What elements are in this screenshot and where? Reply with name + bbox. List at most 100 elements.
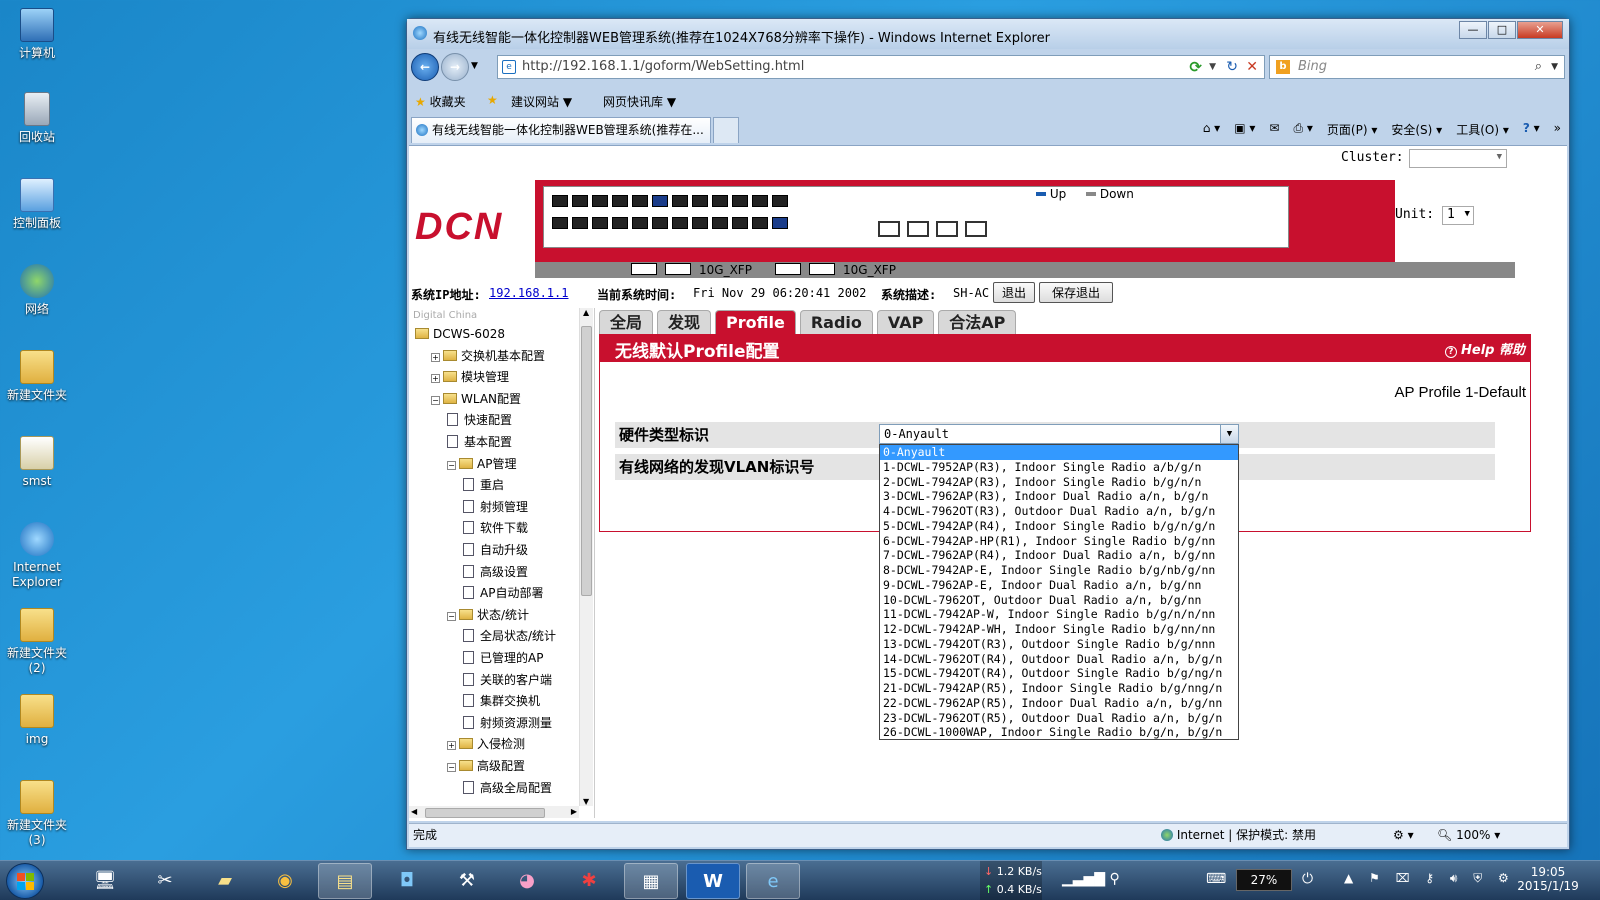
new-tab-button[interactable] (713, 117, 739, 143)
dropdown-option[interactable]: 7-DCWL-7962AP(R4), Indoor Dual Radio a/n… (880, 548, 1238, 563)
switch-port[interactable] (612, 217, 628, 229)
add-favorite-icon[interactable]: ★ (487, 93, 498, 107)
tree-item[interactable]: − WLAN配置 (431, 389, 521, 409)
page-menu[interactable]: 页面(P) ▾ (1327, 121, 1377, 138)
sys-ip-link[interactable]: 192.168.1.1 (489, 286, 568, 300)
desktop-icon[interactable]: Internet Explorer (4, 522, 70, 590)
tree-item[interactable]: 基本配置 (447, 432, 512, 452)
desktop-icon[interactable]: 新建文件夹 (4, 350, 70, 403)
sfp-port[interactable] (907, 221, 929, 237)
word-icon[interactable]: W (686, 863, 740, 899)
explorer-taskbar-icon[interactable]: ▤ (318, 863, 372, 899)
refresh-icon[interactable]: ↻ (1226, 56, 1238, 78)
tab-3[interactable]: Radio (799, 310, 873, 334)
expand-icon[interactable]: + (447, 741, 456, 751)
switch-port[interactable] (632, 217, 648, 229)
desktop-icon[interactable]: smst (4, 436, 70, 489)
snipping-tool-icon[interactable]: ✂ (138, 863, 192, 899)
help-link[interactable]: ? Help 帮助 (1444, 339, 1525, 358)
chevron-down-icon[interactable]: ▼ (1220, 425, 1238, 443)
switch-port[interactable] (752, 217, 768, 229)
switch-port[interactable] (692, 195, 708, 207)
dropdown-option[interactable]: 21-DCWL-7942AP(R5), Indoor Single Radio … (880, 681, 1238, 696)
switch-port[interactable] (632, 195, 648, 207)
collapse-icon[interactable]: − (447, 763, 456, 772)
dropdown-option[interactable]: 1-DCWL-7952AP(R3), Indoor Single Radio a… (880, 460, 1238, 475)
dropdown-option[interactable]: 12-DCWL-7942AP-WH, Indoor Single Radio b… (880, 622, 1238, 637)
cluster-select[interactable]: ▼ (1409, 149, 1507, 168)
dropdown-option[interactable]: 11-DCWL-7942AP-W, Indoor Single Radio b/… (880, 607, 1238, 622)
title-bar[interactable]: 有线无线智能一体化控制器WEB管理系统(推荐在1024X768分辨率下操作) -… (407, 19, 1569, 49)
dropdown-option[interactable]: 26-DCWL-1000WAP, Indoor Single Radio b/g… (880, 725, 1238, 739)
tree-item[interactable]: 软件下载 (463, 518, 528, 538)
tools-menu[interactable]: 工具(O) ▾ (1456, 121, 1509, 138)
tree-item[interactable]: + 交换机基本配置 (431, 346, 545, 366)
chrome-icon[interactable]: ◉ (258, 863, 312, 899)
desktop-icon[interactable]: 回收站 (4, 92, 70, 145)
tree-item[interactable]: 已管理的AP (463, 648, 543, 668)
switch-port[interactable] (732, 195, 748, 207)
tree-item[interactable]: DCWS-6028 (415, 324, 505, 344)
help-icon[interactable]: ? ▾ (1523, 121, 1540, 138)
dropdown-option[interactable]: 4-DCWL-7962OT(R3), Outdoor Dual Radio a/… (880, 504, 1238, 519)
signal-icon[interactable]: ▁▃▅▇ ⚲ (1062, 871, 1120, 900)
web-slice-gallery-button[interactable]: 网页快讯库 ▼ (603, 93, 676, 110)
save-logout-button[interactable]: 保存退出 (1039, 282, 1114, 303)
tree-item[interactable]: AP自动部署 (463, 583, 543, 603)
tree-item[interactable]: 关联的客户端 (463, 670, 552, 690)
tree-item[interactable]: − 高级配置 (447, 756, 525, 776)
safety-menu[interactable]: 安全(S) ▾ (1391, 121, 1442, 138)
switch-port[interactable] (752, 195, 768, 207)
switch-port[interactable] (672, 195, 688, 207)
tree-item[interactable]: 高级全局配置 (463, 778, 552, 798)
tree-item[interactable]: − AP管理 (447, 454, 516, 474)
switch-port[interactable] (672, 217, 688, 229)
tab-2[interactable]: Profile (715, 310, 796, 334)
dropdown-option[interactable]: 15-DCWL-7942OT(R4), Outdoor Single Radio… (880, 666, 1238, 681)
logout-button[interactable]: 退出 (993, 282, 1036, 303)
tree-item[interactable]: 射频管理 (463, 497, 528, 517)
suggested-sites-button[interactable]: 建议网站 ▼ (511, 93, 572, 110)
favorites-button[interactable]: ★ 收藏夹 (415, 93, 466, 110)
dropdown-option[interactable]: 8-DCWL-7942AP-E, Indoor Single Radio b/g… (880, 563, 1238, 578)
maximize-button[interactable]: □ (1488, 21, 1516, 39)
switch-port[interactable] (772, 195, 788, 207)
dropdown-option[interactable]: 23-DCWL-7962OT(R5), Outdoor Dual Radio a… (880, 711, 1238, 726)
mail-icon[interactable]: ✉ (1269, 121, 1279, 138)
unit-select[interactable]: 1 ▼ (1441, 206, 1474, 225)
hardware-type-select[interactable]: 0-Anyault ▼ (879, 424, 1239, 444)
collapse-icon[interactable]: − (447, 611, 456, 621)
tree-item[interactable]: 集群交换机 (463, 691, 540, 711)
outlook-icon[interactable]: ◘ (380, 863, 434, 899)
ie-taskbar-icon[interactable]: e (746, 863, 800, 899)
switch-port[interactable] (552, 195, 568, 207)
tree-item[interactable]: 自动升级 (463, 540, 528, 560)
desktop-icon[interactable]: 计算机 (4, 8, 70, 61)
tree-vertical-scrollbar[interactable]: ▲ ▼ (579, 308, 593, 806)
desktop-icon[interactable]: 网络 (4, 264, 70, 317)
dropdown-option[interactable]: 2-DCWL-7942AP(R3), Indoor Single Radio b… (880, 475, 1238, 490)
tab-1[interactable]: 发现 (657, 310, 712, 334)
collapse-icon[interactable]: − (447, 460, 456, 470)
power-icon[interactable]: ⏻ (1302, 871, 1313, 900)
tree-item[interactable]: 快速配置 (447, 410, 512, 430)
folder-taskbar-icon[interactable]: ▰ (198, 863, 252, 899)
switch-port[interactable] (652, 217, 668, 229)
dropdown-option[interactable]: 14-DCWL-7962OT(R4), Outdoor Dual Radio a… (880, 652, 1238, 667)
browser-tab[interactable]: 有线无线智能一体化控制器WEB管理系统(推荐在... (411, 117, 711, 143)
switch-port[interactable] (572, 195, 588, 207)
feeds-icon[interactable]: ▣ ▾ (1234, 121, 1255, 138)
switch-port[interactable] (612, 195, 628, 207)
sfp-port[interactable] (936, 221, 958, 237)
switch-port[interactable] (732, 217, 748, 229)
clock[interactable]: 19:05 2015/1/19 (1516, 865, 1580, 900)
dropdown-option[interactable]: 13-DCWL-7942OT(R3), Outdoor Single Radio… (880, 637, 1238, 652)
tree-horizontal-scrollbar[interactable]: ◀ ▶ (409, 806, 579, 818)
zoom-control[interactable]: 🔍︎ 100% ▾ (1437, 824, 1500, 846)
switch-port[interactable] (552, 217, 568, 229)
tree-item[interactable]: − 状态/统计 (447, 605, 529, 625)
address-dropdown-icon[interactable]: ▼ (1209, 56, 1216, 78)
forward-button[interactable]: → (441, 53, 469, 81)
compatibility-icon[interactable]: ⟳ (1189, 56, 1202, 78)
sfp-port[interactable] (878, 221, 900, 237)
